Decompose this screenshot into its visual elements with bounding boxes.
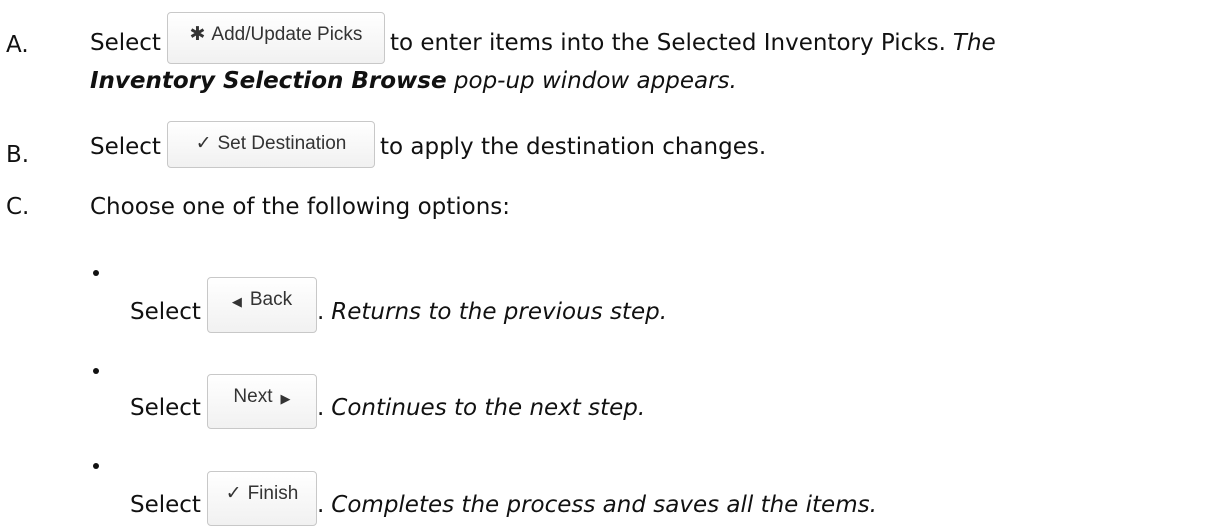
step-c-text: Choose one of the following options: <box>90 194 511 220</box>
add-update-picks-label: Add/Update Picks <box>211 24 363 45</box>
checkmark-icon: ✓ <box>225 483 242 504</box>
add-update-picks-button[interactable]: ✱ Add/Update Picks <box>166 12 385 64</box>
step-b-letter: B. <box>6 142 30 168</box>
next-label: Next <box>233 386 273 407</box>
option-back-sep: . <box>316 299 325 325</box>
step-a-description: to enter items into the Selected Invento… <box>389 30 946 56</box>
step-a-continuation: Inventory Selection Browse pop-up window… <box>90 66 737 96</box>
step-a-line: Select ✱ Add/Update Picks to enter items… <box>90 6 996 64</box>
bullet-back <box>93 270 99 276</box>
step-b-line: Select ✓ Set Destination to apply the de… <box>90 115 767 168</box>
back-button[interactable]: ◀ Back <box>206 277 317 333</box>
step-c-line: Choose one of the following options: <box>90 192 510 222</box>
step-a-italic-lead: The <box>952 30 996 56</box>
option-finish-line: Select ✓ Finish . Completes the process … <box>130 465 877 526</box>
step-b-description: to apply the destination changes. <box>379 134 767 160</box>
step-a-select-text: Select <box>90 30 161 56</box>
option-next-result: Continues to the next step. <box>331 395 646 421</box>
finish-label: Finish <box>247 483 299 504</box>
next-button[interactable]: Next ▶ <box>206 374 317 429</box>
option-finish-sep: . <box>316 492 325 518</box>
triangle-left-icon: ◀ <box>231 294 242 309</box>
option-next-select-text: Select <box>130 395 201 421</box>
step-a-italic-tail: pop-up window appears. <box>453 68 737 94</box>
option-finish-select-text: Select <box>130 492 201 518</box>
set-destination-label: Set Destination <box>217 133 347 154</box>
step-c-letter: C. <box>6 194 30 220</box>
triangle-right-icon: ▶ <box>280 391 291 406</box>
bullet-finish <box>93 463 99 469</box>
finish-button[interactable]: ✓ Finish <box>206 471 317 526</box>
step-b-select-text: Select <box>90 134 161 160</box>
option-back-select-text: Select <box>130 299 201 325</box>
set-destination-button[interactable]: ✓ Set Destination <box>166 121 375 168</box>
gear-icon: ✱ <box>189 24 206 45</box>
option-next-sep: . <box>316 395 325 421</box>
back-label: Back <box>249 289 293 310</box>
option-back-result: Returns to the previous step. <box>331 299 668 325</box>
option-next-line: Select Next ▶ . Continues to the next st… <box>130 368 646 429</box>
bullet-next <box>93 368 99 374</box>
step-a-letter: A. <box>6 32 29 58</box>
checkmark-icon: ✓ <box>195 133 212 154</box>
option-finish-result: Completes the process and saves all the … <box>331 492 877 518</box>
inventory-selection-browse-term: Inventory Selection Browse <box>90 68 447 94</box>
option-back-line: Select ◀ Back . Returns to the previous … <box>130 271 668 333</box>
